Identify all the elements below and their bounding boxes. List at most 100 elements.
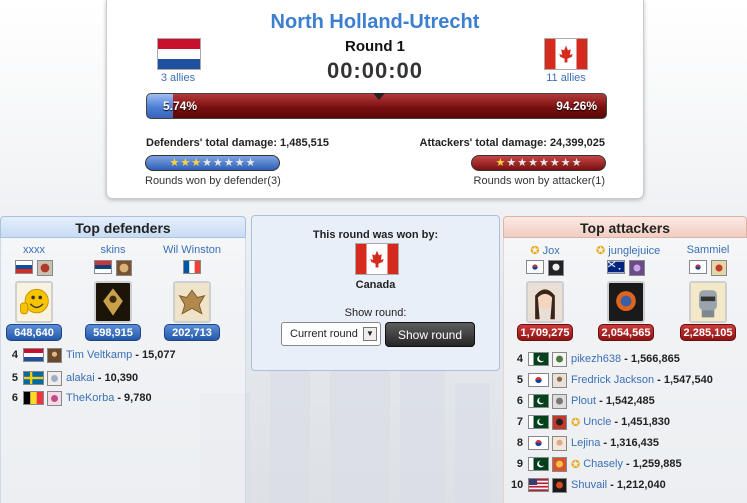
serbia-flag-icon: [94, 260, 112, 274]
attacker-top-1[interactable]: ✪ Jox 1,709,275: [515, 244, 575, 341]
avatar-icon: [47, 390, 62, 406]
attacker-name[interactable]: Jox: [543, 245, 560, 257]
avatar-smiley-icon[interactable]: [15, 281, 53, 323]
attacker-top-2[interactable]: ✪ junglejuice 2,054,565: [596, 244, 660, 341]
attacker-name-link[interactable]: Uncle: [583, 416, 611, 428]
attacker-name-link[interactable]: Shuvail: [571, 479, 607, 491]
defender-flag-netherlands-icon: [157, 38, 201, 70]
attacker-name-link[interactable]: Plout: [571, 395, 596, 407]
belgium-flag-icon: [23, 391, 44, 405]
defender-list-item[interactable]: 4 Tim Veltkamp - 15,077: [6, 347, 176, 363]
defender-damage: 648,640: [6, 324, 62, 341]
attacker-list-item[interactable]: 6 Plout - 1,542,485: [511, 393, 655, 409]
south-korea-flag-icon: [528, 436, 549, 450]
military-unit-icon: [116, 260, 132, 276]
defender-rounds-won: Rounds won by defender(3): [145, 175, 281, 187]
defender-list-item[interactable]: 5 alakai - 10,390: [6, 370, 138, 386]
attacker-list-item[interactable]: 7 ✪ Uncle - 1,451,830: [511, 414, 670, 430]
military-unit-icon: [711, 260, 727, 276]
avatar-icon: [552, 477, 567, 493]
attacker-damage: 2,054,565: [598, 324, 654, 341]
attacker-name-link[interactable]: Chasely: [583, 458, 623, 470]
attacker-name-row[interactable]: ✪ junglejuice: [596, 244, 660, 257]
defender-top-2[interactable]: skins 598,915: [83, 244, 143, 341]
round-select-value: Current round: [290, 328, 358, 340]
rank-number: 10: [511, 479, 524, 491]
top-defenders-header: Top defenders: [0, 216, 246, 238]
south-korea-flag-icon: [526, 260, 544, 274]
battle-panel: North Holland-Utrecht Round 1 00:00:00 3…: [106, 0, 644, 199]
defender-name[interactable]: xxxx: [4, 244, 64, 257]
round-select[interactable]: Current round ▼: [281, 322, 381, 346]
battle-title[interactable]: North Holland-Utrecht: [107, 11, 643, 34]
defender-total-damage: Defenders' total damage: 1,485,515: [146, 137, 329, 149]
avatar-portrait-icon[interactable]: [526, 281, 564, 323]
attacker-name-link[interactable]: Lejina: [571, 437, 600, 449]
defender-damage: 9,780: [124, 392, 152, 404]
won-round-star-icon: ★: [169, 156, 180, 169]
star-icon: ✪: [571, 458, 581, 471]
defender-name[interactable]: Wil Winston: [162, 244, 222, 257]
avatar-icon: [552, 414, 567, 430]
defender-name-link[interactable]: alakai: [66, 372, 95, 384]
australia-flag-icon: [607, 260, 625, 274]
dropdown-arrow-icon[interactable]: ▼: [363, 327, 377, 341]
attacker-name-link[interactable]: Fredrick Jackson: [571, 374, 654, 386]
avatar-robot-icon[interactable]: [689, 281, 727, 323]
attacker-damage-label: Attackers' total damage:: [419, 137, 547, 149]
avatar-fire-skull-icon[interactable]: [607, 281, 645, 323]
attacker-top-3[interactable]: Sammiel 2,285,105: [678, 244, 738, 341]
attacker-name[interactable]: Sammiel: [678, 244, 738, 257]
attacker-list-item[interactable]: 10 Shuvail - 1,212,040: [511, 477, 666, 493]
rank-number: 8: [516, 437, 523, 449]
empty-round-star-icon: ★: [539, 156, 549, 169]
attacker-allies-link[interactable]: 11 allies: [526, 72, 606, 84]
show-round-button[interactable]: Show round: [385, 322, 475, 347]
avatar-eagle-emblem-icon[interactable]: [173, 281, 211, 323]
usa-flag-icon: [528, 478, 549, 492]
pakistan-flag-icon: [528, 352, 549, 366]
bar-marker-icon: [373, 93, 385, 100]
defender-top-3[interactable]: Wil Winston 202,713: [162, 244, 222, 341]
star-icon: ✪: [596, 245, 606, 257]
attacker-round-stars: ★ ★ ★ ★ ★ ★ ★ ★: [471, 155, 606, 171]
defender-allies-link[interactable]: 3 allies: [138, 72, 218, 84]
attacker-list-item[interactable]: 4 pikezh638 - 1,566,865: [511, 351, 680, 367]
empty-round-star-icon: ★: [213, 156, 223, 169]
avatar-icon: [47, 347, 62, 363]
attacker-damage: 1,709,275: [517, 324, 573, 341]
avatar-dark-warrior-icon[interactable]: [94, 281, 132, 323]
empty-round-star-icon: ★: [571, 156, 582, 169]
rank-number: 6: [11, 392, 18, 404]
pakistan-flag-icon: [528, 457, 549, 471]
attacker-damage: 1,212,040: [616, 479, 666, 491]
defender-name-link[interactable]: TheKorba: [66, 392, 114, 404]
rank-number: 6: [516, 395, 523, 407]
attacker-list-item[interactable]: 5 Fredrick Jackson - 1,547,540: [511, 372, 713, 388]
attacker-list-item[interactable]: 9 ✪ Chasely - 1,259,885: [511, 456, 682, 472]
star-icon: ✪: [530, 245, 540, 257]
attacker-damage-value: 24,399,025: [549, 137, 605, 149]
winner-flag-canada-icon: [355, 243, 399, 275]
attacker-name-row[interactable]: ✪ Jox: [515, 244, 575, 257]
attacker-damage: 1,547,540: [663, 374, 713, 386]
rank-number: 4: [11, 349, 18, 361]
defender-damage-value: 1,485,515: [280, 137, 329, 149]
empty-round-star-icon: ★: [528, 156, 538, 169]
military-unit-icon: [629, 260, 645, 276]
defender-top-1[interactable]: xxxx 648,640: [4, 244, 64, 341]
defender-list-item[interactable]: 6 TheKorba - 9,780: [6, 390, 152, 406]
attacker-damage: 1,542,485: [605, 395, 655, 407]
won-round-star-icon: ★: [191, 156, 202, 169]
attacker-name[interactable]: junglejuice: [608, 245, 660, 257]
attacker-list-item[interactable]: 8 Lejina - 1,316,435: [511, 435, 659, 451]
attacker-damage: 1,566,865: [630, 353, 680, 365]
sweden-flag-icon: [23, 371, 44, 385]
defender-damage: 202,713: [164, 324, 220, 341]
defender-name-link[interactable]: Tim Veltkamp: [66, 349, 132, 361]
attacker-total-damage: Attackers' total damage: 24,399,025: [420, 137, 605, 149]
defender-name[interactable]: skins: [83, 244, 143, 257]
pakistan-flag-icon: [528, 415, 549, 429]
empty-round-star-icon: ★: [245, 156, 256, 169]
attacker-name-link[interactable]: pikezh638: [571, 353, 621, 365]
